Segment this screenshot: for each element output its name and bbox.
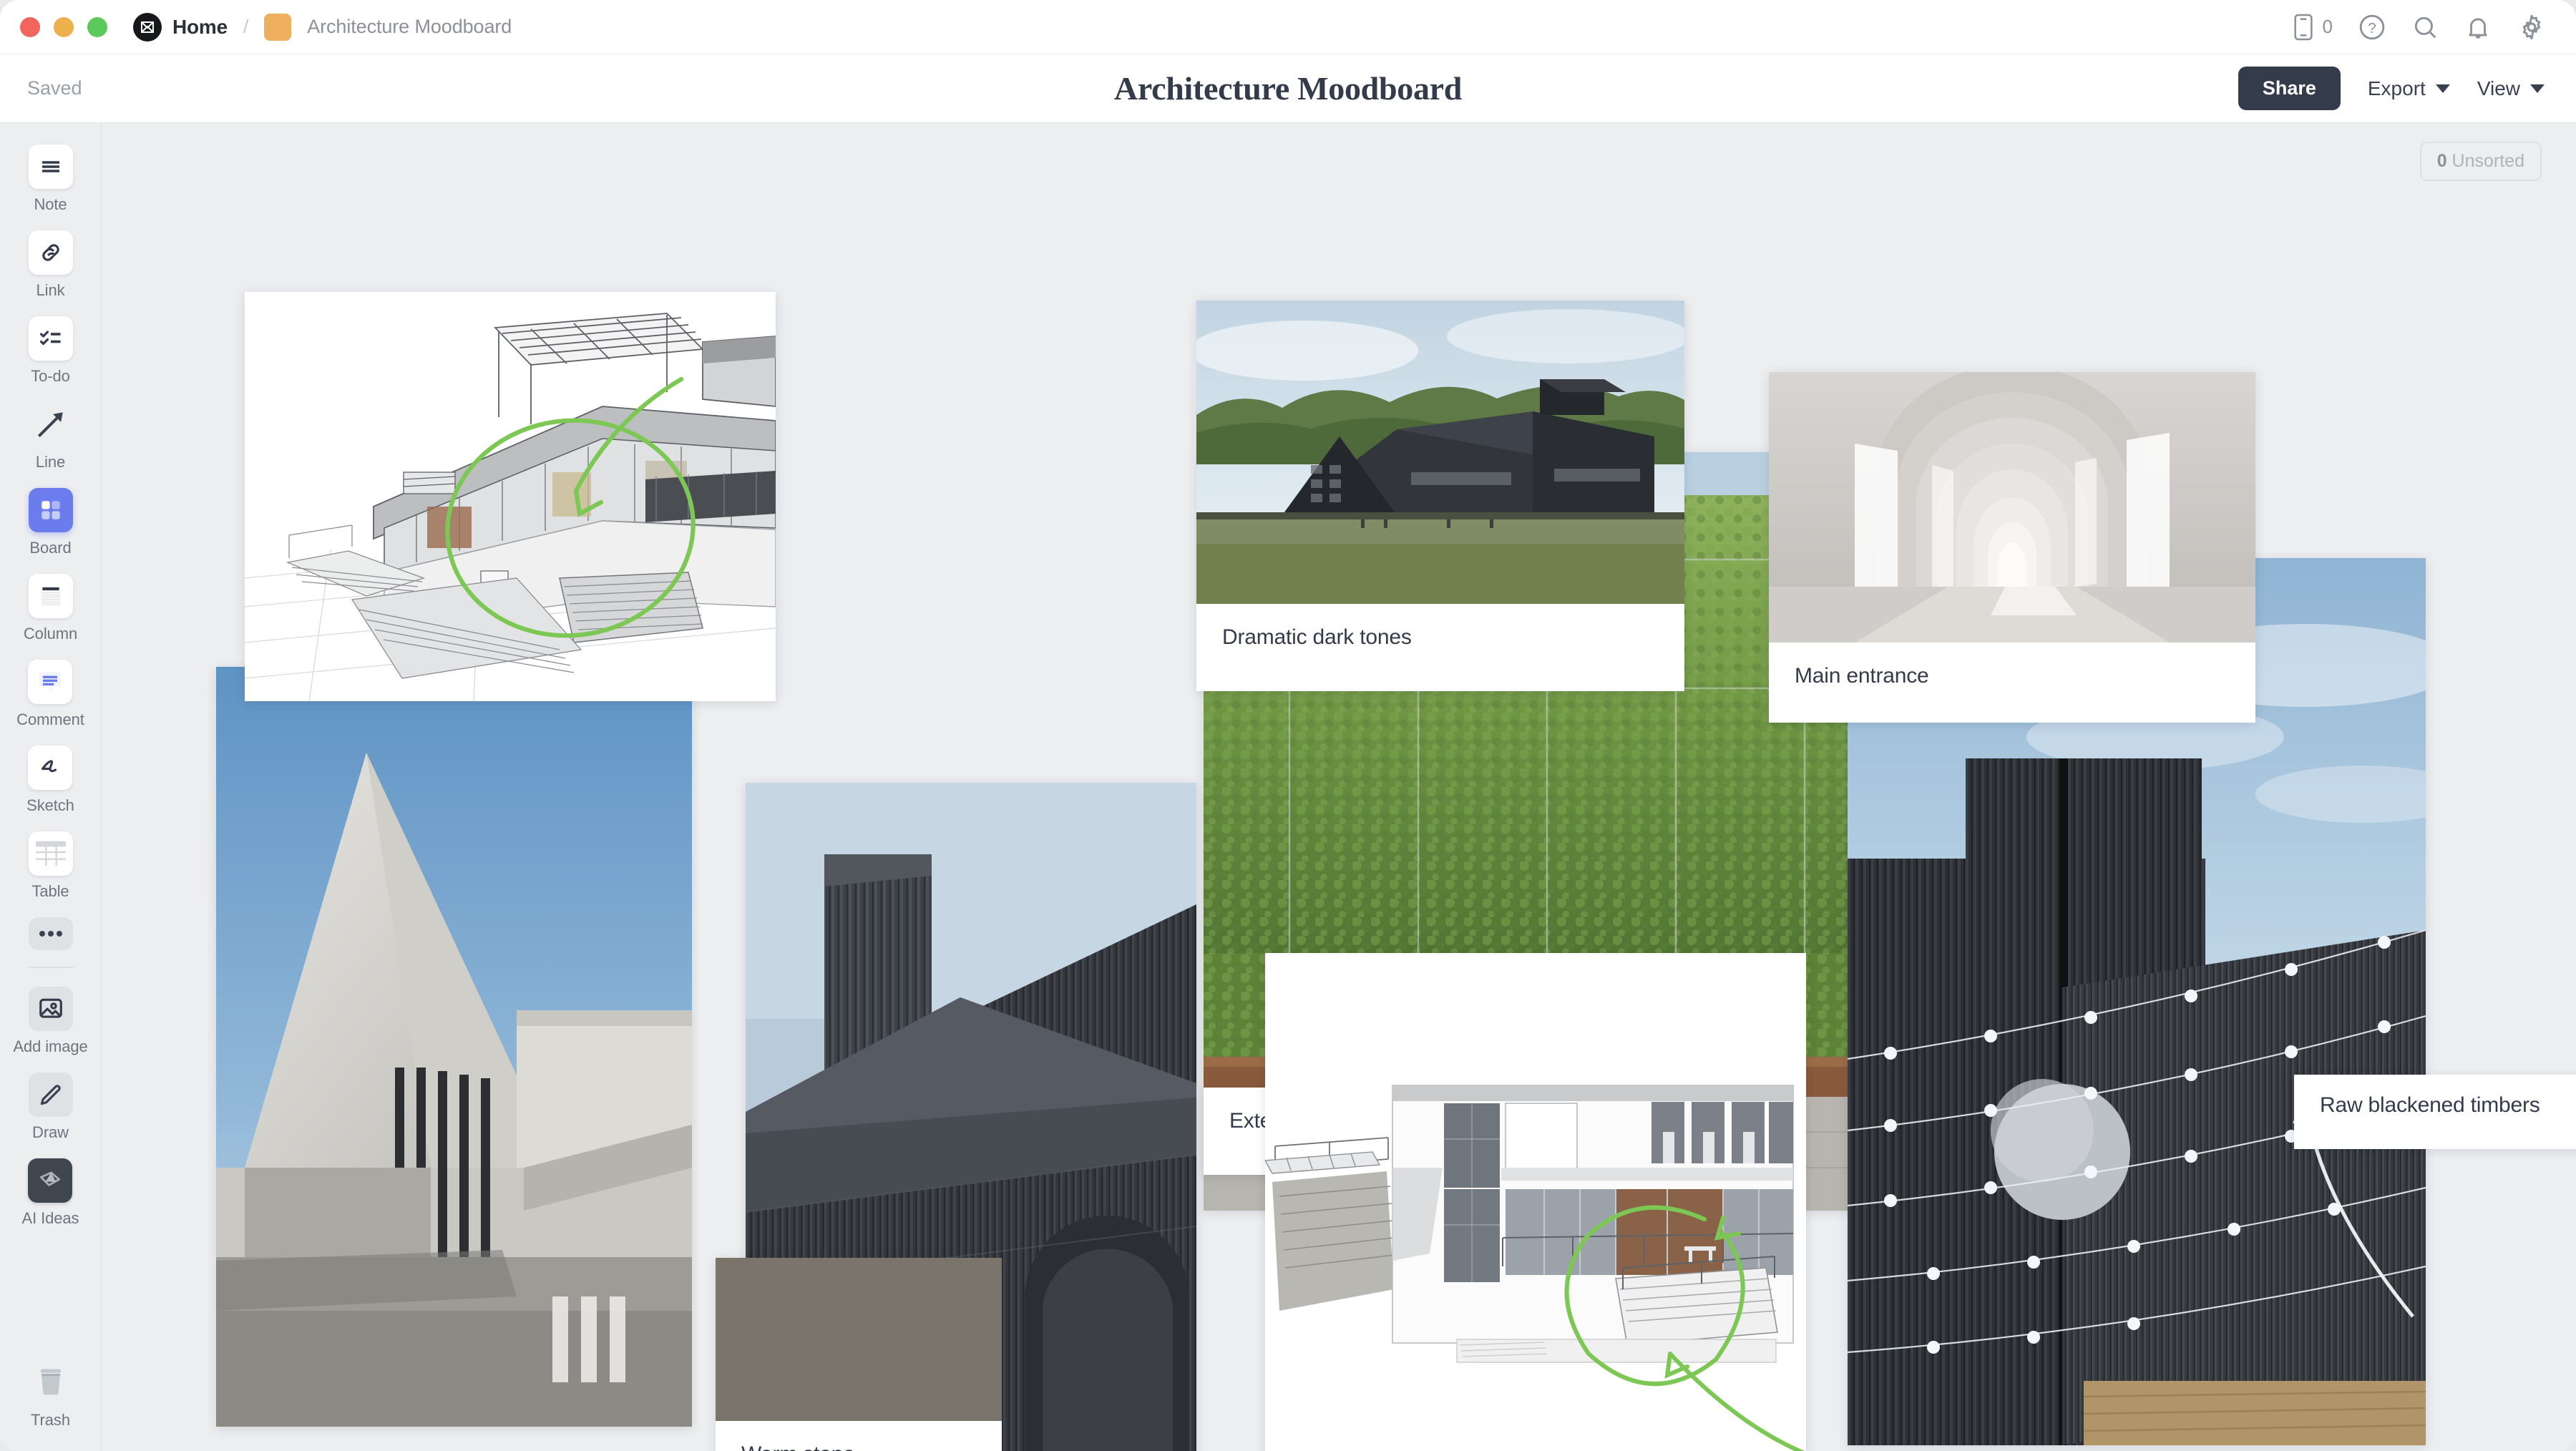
sidebar-tool-comment[interactable]: Comment xyxy=(16,660,84,729)
card-media xyxy=(1196,301,1684,604)
todo-icon xyxy=(28,316,73,361)
sidebar-tool-ai-ideas[interactable]: AI Ideas xyxy=(22,1158,79,1228)
pencil-icon xyxy=(28,1073,73,1117)
concrete-pavilion-artwork xyxy=(216,667,692,1427)
help-icon[interactable]: ? xyxy=(2358,14,2386,41)
card-white-arches[interactable]: Main entrance xyxy=(1769,372,2255,723)
sidebar-tool-table[interactable]: Table xyxy=(28,831,73,901)
elevation-sketch-artwork xyxy=(1265,953,1806,1451)
sidebar-tool-label: Draw xyxy=(32,1123,69,1141)
window-traffic-lights xyxy=(20,16,107,37)
dark-building-artwork xyxy=(1196,301,1684,604)
sidebar-tool-label: Line xyxy=(35,453,66,471)
sidebar-tool-sketch[interactable]: Sketch xyxy=(26,746,74,815)
sidebar-tool-more[interactable] xyxy=(28,917,73,957)
sidebar-tool-label: Comment xyxy=(16,710,84,728)
column-icon xyxy=(28,574,73,618)
tool-sidebar: Note Link To-do Line Board Column Commen… xyxy=(0,123,102,1451)
comment-icon xyxy=(28,660,73,704)
search-icon[interactable] xyxy=(2411,14,2439,41)
unsorted-count: 0 xyxy=(2436,151,2447,171)
board-icon xyxy=(28,488,73,532)
note-icon xyxy=(28,145,73,189)
sidebar-tool-line[interactable]: Line xyxy=(29,402,73,472)
card-media xyxy=(1769,372,2255,643)
sidebar-divider xyxy=(27,967,74,968)
sidebar-tool-label: Add image xyxy=(13,1037,88,1055)
sidebar-trash[interactable]: Trash xyxy=(29,1360,73,1430)
table-icon xyxy=(28,831,73,876)
app-window: Home / Architecture Moodboard 0 ? Saved xyxy=(0,0,2576,1451)
sidebar-tool-label: Table xyxy=(31,882,69,900)
sidebar-tool-label: Column xyxy=(23,625,78,643)
page-title: Architecture Moodboard xyxy=(1113,70,1463,107)
sidebar-tool-board[interactable]: Board xyxy=(28,488,73,557)
card-caption: Raw blackened timbers xyxy=(2320,1093,2540,1117)
close-window-button[interactable] xyxy=(20,16,40,37)
notification-icon[interactable] xyxy=(2464,14,2492,41)
minimize-window-button[interactable] xyxy=(54,16,74,37)
warm-stone-swatch xyxy=(716,1258,1002,1421)
breadcrumb-board-name[interactable]: Architecture Moodboard xyxy=(307,16,512,38)
ai-ideas-icon xyxy=(28,1158,73,1203)
sidebar-tool-label: To-do xyxy=(31,367,70,385)
sidebar-tool-label: Link xyxy=(36,281,65,299)
sidebar-tool-label: AI Ideas xyxy=(21,1209,79,1227)
trash-label: Trash xyxy=(31,1411,70,1429)
card-concrete-pavilion[interactable] xyxy=(216,667,692,1427)
card-warm-stone[interactable]: Warm stone xyxy=(716,1258,1002,1451)
mobile-icon[interactable]: 0 xyxy=(2291,13,2333,41)
more-icon xyxy=(28,917,73,950)
maximize-window-button[interactable] xyxy=(87,16,107,37)
sidebar-tool-label: Sketch xyxy=(26,796,74,814)
card-elevation-sketch[interactable] xyxy=(1265,953,1806,1451)
link-icon xyxy=(28,230,73,275)
sidebar-tool-note[interactable]: Note xyxy=(28,145,73,214)
white-arches-artwork xyxy=(1769,372,2255,643)
trash-icon xyxy=(29,1360,73,1404)
board-canvas[interactable]: 0 Unsorted Dramatic dark tones Main entr… xyxy=(102,123,2576,1451)
card-architectural-sketch[interactable] xyxy=(245,292,776,701)
svg-text:?: ? xyxy=(2368,19,2376,36)
unsorted-label: Unsorted xyxy=(2451,151,2524,171)
settings-icon[interactable] xyxy=(2517,13,2546,41)
sidebar-tool-draw[interactable]: Draw xyxy=(28,1073,73,1142)
card-dark-building[interactable]: Dramatic dark tones xyxy=(1196,301,1684,691)
breadcrumb-home[interactable]: Home xyxy=(172,16,228,39)
unsorted-badge[interactable]: 0 Unsorted xyxy=(2419,142,2542,181)
breadcrumb-separator: / xyxy=(243,16,249,37)
card-caption: Dramatic dark tones xyxy=(1222,625,1412,649)
app-logo-icon[interactable] xyxy=(133,12,162,41)
sketch-icon xyxy=(28,746,73,790)
card-caption: Warm stone xyxy=(716,1421,1002,1451)
architectural-sketch-artwork xyxy=(245,292,776,701)
sidebar-tool-column[interactable]: Column xyxy=(24,574,77,643)
sidebar-tool-link[interactable]: Link xyxy=(28,230,73,300)
device-count: 0 xyxy=(2322,16,2333,37)
folder-color-chip xyxy=(264,13,292,41)
board-header: Saved Architecture Moodboard Share Expor… xyxy=(0,54,2576,123)
sidebar-tool-label: Board xyxy=(29,539,72,557)
image-icon xyxy=(28,987,73,1031)
title-bar: Home / Architecture Moodboard 0 ? xyxy=(0,0,2576,54)
sidebar-tool-add-image[interactable]: Add image xyxy=(13,987,88,1056)
sidebar-tool-todo[interactable]: To-do xyxy=(28,316,73,386)
card-caption: Main entrance xyxy=(1795,664,1929,688)
sidebar-tool-label: Note xyxy=(34,195,67,213)
line-arrow-icon xyxy=(29,402,73,446)
title-bar-actions: 0 ? xyxy=(2291,13,2546,41)
card-raw-blackened-timbers[interactable]: Raw blackened timbers xyxy=(2294,1075,2576,1149)
